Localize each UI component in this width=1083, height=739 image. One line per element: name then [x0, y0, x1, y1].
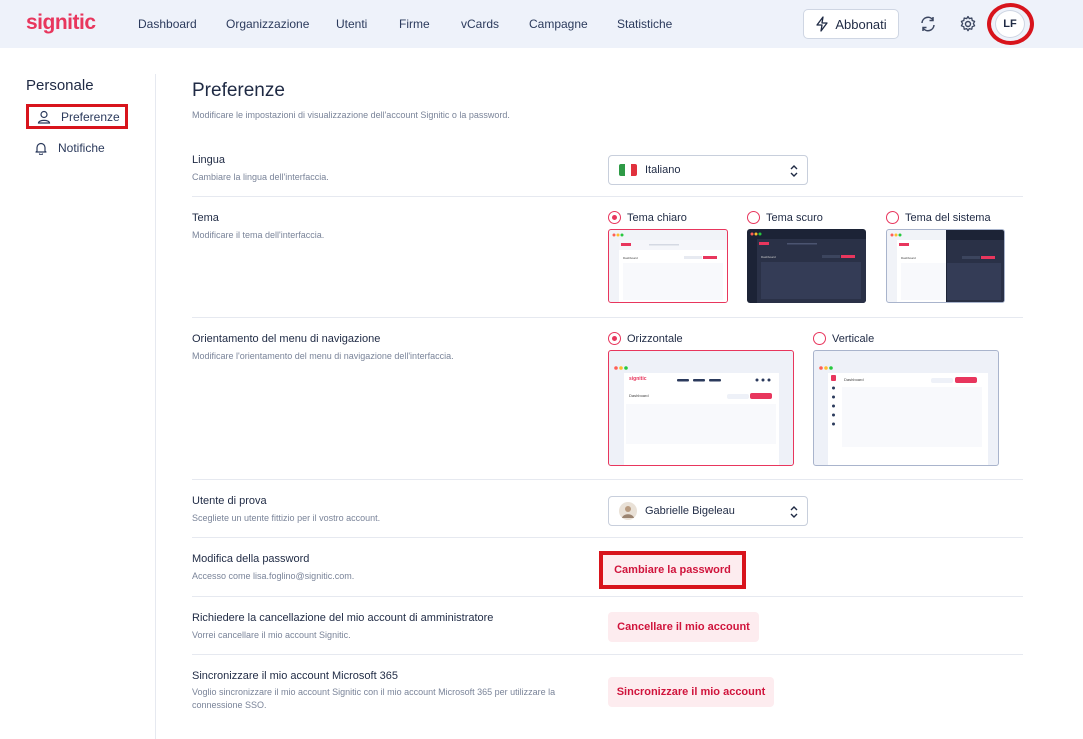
divider — [192, 654, 1023, 655]
password-description: Accesso come lisa.foglino@signitic.com. — [192, 571, 355, 581]
chevron-updown-icon — [790, 165, 798, 177]
divider — [192, 317, 1023, 318]
thumb-logo: signitic — [629, 376, 647, 382]
test-user-description: Scegliete un utente fittizio per il vost… — [192, 513, 381, 523]
signitic-logo[interactable]: signitic — [26, 11, 96, 35]
gear-icon[interactable] — [957, 13, 979, 35]
orientation-description: Modificare l'orientamento del menu di na… — [192, 351, 454, 361]
sidebar-item-notifiche[interactable]: Notifiche — [26, 135, 128, 160]
bell-icon — [35, 142, 47, 155]
radio-tema-scuro[interactable]: Tema scuro — [747, 211, 823, 224]
test-user-label: Utente di prova — [192, 495, 267, 507]
language-label: Lingua — [192, 154, 226, 166]
avatar[interactable]: LF — [995, 10, 1025, 38]
delete-account-description: Vorrei cancellare il mio account Signiti… — [192, 630, 351, 640]
nav-firme[interactable]: Firme — [399, 17, 430, 31]
radio-dot — [608, 332, 621, 345]
sidebar-divider — [155, 74, 156, 739]
thumb-dashboard-text: Dashboard — [623, 256, 638, 260]
top-navigation-bar: signitic Dashboard Organizzazione Utenti… — [0, 0, 1083, 48]
language-description: Cambiare la lingua dell'interfaccia. — [192, 172, 329, 182]
thumb-dashboard-text: Dashboard — [629, 393, 649, 398]
chevron-updown-icon — [790, 506, 798, 518]
radio-dot — [886, 211, 899, 224]
thumb-dashboard-text: Dashboard — [844, 377, 864, 382]
microsoft-sync-label: Sincronizzare il mio account Microsoft 3… — [192, 670, 399, 682]
nav-dashboard[interactable]: Dashboard — [138, 17, 197, 31]
radio-label: Tema del sistema — [905, 211, 991, 224]
page-subtitle: Modificare le impostazioni di visualizza… — [192, 110, 510, 120]
microsoft-sync-description: Voglio sincronizzare il mio account Sign… — [192, 687, 556, 710]
radio-label: Tema chiaro — [627, 211, 687, 224]
lightning-icon — [816, 16, 828, 32]
radio-label: Orizzontale — [627, 332, 683, 345]
nav-vcards[interactable]: vCards — [461, 17, 499, 31]
sync-icon[interactable] — [917, 13, 939, 35]
orientation-vertical-preview[interactable]: Dashboard — [813, 350, 999, 466]
change-password-button[interactable]: Cambiare la password — [599, 551, 746, 589]
password-label: Modifica della password — [192, 553, 310, 565]
nav-utenti[interactable]: Utenti — [336, 17, 367, 31]
theme-light-preview[interactable]: Dashboard — [608, 229, 728, 303]
sidebar-item-label: Notifiche — [58, 140, 105, 155]
theme-dark-preview[interactable]: Dashboard — [747, 229, 866, 303]
language-select[interactable]: Italiano — [608, 155, 808, 185]
sidebar-item-preferenze[interactable]: Preferenze — [26, 104, 128, 129]
theme-description: Modificare il tema dell'interfaccia. — [192, 230, 325, 240]
radio-dot — [747, 211, 760, 224]
radio-tema-sistema[interactable]: Tema del sistema — [886, 211, 991, 224]
radio-label: Tema scuro — [766, 211, 823, 224]
orientation-horizontal-preview[interactable]: signitic Dashboard — [608, 350, 794, 466]
nav-organizzazione[interactable]: Organizzazione — [226, 17, 309, 31]
radio-verticale[interactable]: Verticale — [813, 332, 874, 345]
italy-flag-icon — [619, 164, 637, 176]
subscribe-button[interactable]: Abbonati — [803, 9, 899, 39]
radio-dot — [608, 211, 621, 224]
test-user-value: Gabrielle Bigeleau — [645, 505, 735, 517]
language-value: Italiano — [645, 164, 681, 176]
radio-tema-chiaro[interactable]: Tema chiaro — [608, 211, 687, 224]
subscribe-label: Abbonati — [835, 16, 887, 32]
sidebar-title: Personale — [26, 77, 94, 94]
radio-orizzontale[interactable]: Orizzontale — [608, 332, 683, 345]
delete-account-label: Richiedere la cancellazione del mio acco… — [192, 612, 494, 624]
sidebar-item-label: Preferenze — [61, 109, 120, 124]
thumb-dashboard-text: Dashboard — [901, 256, 916, 260]
orientation-label: Orientamento del menu di navigazione — [192, 333, 381, 345]
divider — [192, 479, 1023, 480]
user-icon — [37, 110, 51, 124]
microsoft-sync-button[interactable]: Sincronizzare il mio account — [608, 677, 774, 707]
radio-label: Verticale — [832, 332, 875, 345]
divider — [192, 596, 1023, 597]
divider — [192, 537, 1023, 538]
nav-campagne[interactable]: Campagne — [529, 17, 588, 31]
divider — [192, 196, 1023, 197]
user-avatar-icon — [619, 502, 637, 520]
radio-dot — [813, 332, 826, 345]
theme-system-preview[interactable]: Dashboard — [886, 229, 1005, 303]
nav-statistiche[interactable]: Statistiche — [617, 17, 672, 31]
delete-account-button[interactable]: Cancellare il mio account — [608, 612, 759, 642]
test-user-select[interactable]: Gabrielle Bigeleau — [608, 496, 808, 526]
thumb-dashboard-text: Dashboard — [761, 255, 776, 259]
page-title: Preferenze — [192, 80, 285, 101]
theme-label: Tema — [192, 212, 219, 224]
